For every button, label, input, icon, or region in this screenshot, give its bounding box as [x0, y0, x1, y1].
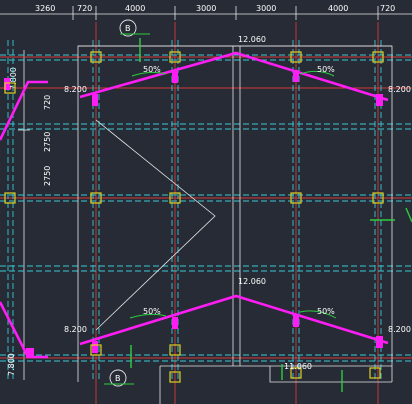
slope-bottom-right: 50%: [317, 307, 335, 316]
dim-left-elev: 7.800: [9, 67, 18, 90]
ridge-elevation-bottom: 12.060: [238, 277, 266, 286]
eave-elevation-bottom-left: 8.200: [64, 325, 87, 334]
dim-top-1: 3260: [35, 4, 55, 13]
dim-top-4: 3000: [196, 4, 216, 13]
dim-left-3: 2750: [43, 166, 52, 186]
slope-top-left: 50%: [143, 65, 161, 74]
elevation-bottom-left: 7.800: [7, 353, 16, 376]
dim-left-1: 720: [43, 95, 52, 110]
dim-top-3: 4000: [125, 4, 145, 13]
top-dimension-labels: 3260 720 4000 3000 3000 4000 720: [35, 4, 395, 13]
eave-elevation-bottom-right: 8.200: [388, 325, 411, 334]
dim-left-2: 2750: [43, 132, 52, 152]
slope-bottom-left: 50%: [143, 307, 161, 316]
eave-elevation-top-right: 8.200: [388, 85, 411, 94]
dim-top-2: 720: [77, 4, 92, 13]
axis-label-bottom: B: [115, 374, 121, 383]
elevation-bottom: 11.060: [284, 362, 312, 371]
ridge-elevation-top: 12.060: [238, 35, 266, 44]
dim-top-6: 4000: [328, 4, 348, 13]
cad-drawing-canvas[interactable]: 3260 720 4000 3000 3000 4000 720 7.800 7…: [0, 0, 412, 404]
dim-top-7: 720: [380, 4, 395, 13]
dim-top-5: 3000: [256, 4, 276, 13]
eave-elevation-top-left: 8.200: [64, 85, 87, 94]
slope-top-right: 50%: [317, 65, 335, 74]
axis-label-top: B: [125, 24, 131, 33]
